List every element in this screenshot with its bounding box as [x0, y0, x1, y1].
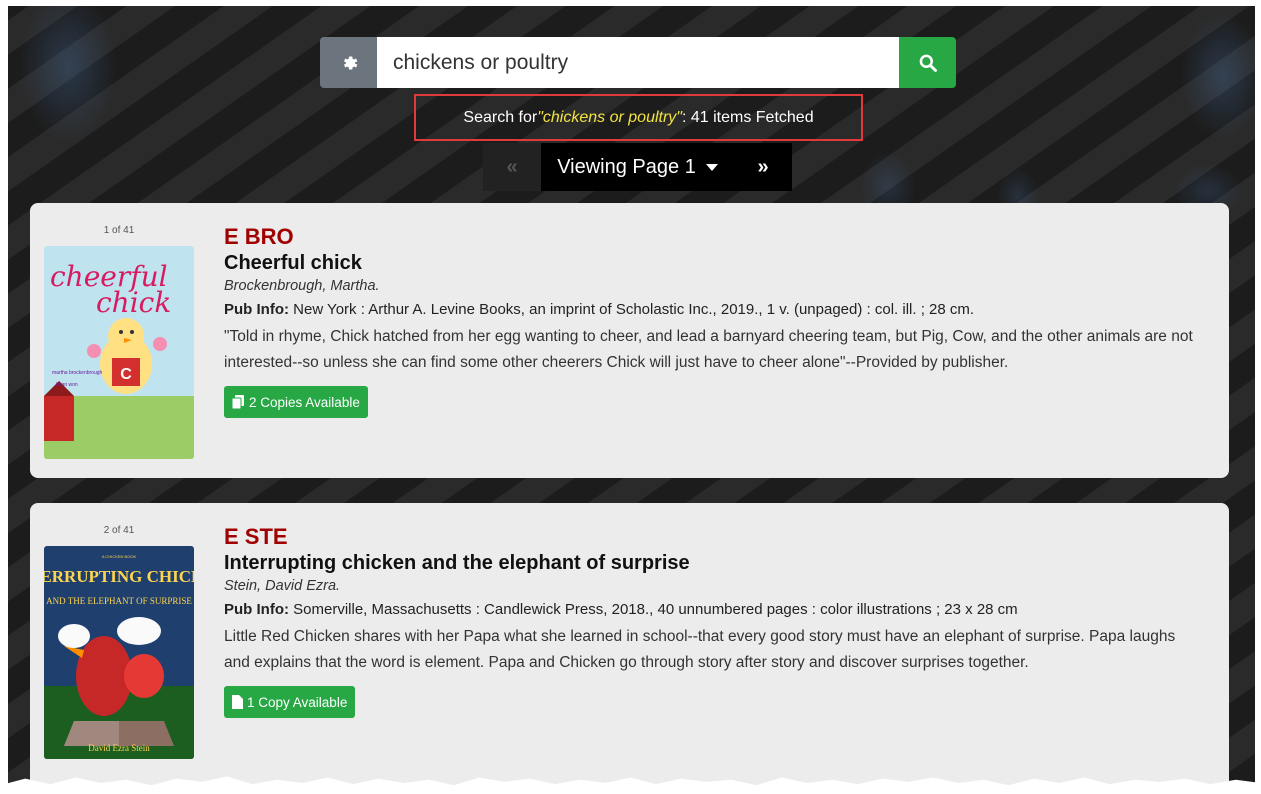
result-details: E STE Interrupting chicken and the eleph…: [224, 523, 1204, 718]
chevrons-right-icon: »: [757, 155, 769, 178]
svg-text:C: C: [120, 366, 132, 383]
book-cover[interactable]: A CHICKEN BOOK INTERRUPTING CHICKEN AND …: [44, 546, 194, 759]
pagination: « Viewing Page 1 »: [483, 143, 792, 191]
result-counter: 2 of 41: [103, 525, 135, 536]
book-author: Brockenbrough, Martha.: [224, 278, 380, 294]
gear-icon: [343, 55, 357, 70]
page-select-dropdown[interactable]: Viewing Page 1: [541, 143, 734, 191]
result-card: 2 of 41 A CHICKEN BOOK INTERRUPTING CHIC…: [30, 503, 1229, 793]
caret-down-icon: [705, 163, 718, 171]
next-page-button[interactable]: »: [734, 143, 792, 191]
settings-button[interactable]: [320, 37, 377, 88]
cover-art-interrupting-chicken: A CHICKEN BOOK INTERRUPTING CHICKEN AND …: [44, 546, 194, 759]
chevrons-left-icon: «: [506, 155, 518, 178]
cover-art-cheerful-chick: C cheerful chick martha brockenbrough br…: [44, 246, 194, 459]
book-description: Little Red Chicken shares with her Papa …: [224, 628, 1176, 671]
copies-label: 1 Copy Available: [247, 694, 348, 710]
copies-label: 2 Copies Available: [249, 394, 360, 410]
call-number: E BRO: [224, 224, 294, 249]
svg-text:David Ezra Stein: David Ezra Stein: [88, 743, 150, 753]
pub-info-label: Pub Info:: [224, 601, 289, 618]
book-description: "Told in rhyme, Chick hatched from her e…: [224, 328, 1193, 371]
file-icon: [232, 695, 243, 709]
result-card: 1 of 41 C cheerful chick martha brockenb…: [30, 203, 1229, 478]
search-input[interactable]: [377, 37, 899, 88]
pub-info-label: Pub Info:: [224, 301, 289, 318]
result-details: E BRO Cheerful chick Brockenbrough, Mart…: [224, 223, 1204, 418]
status-prefix: Search for: [463, 108, 538, 126]
copies-icon: [232, 395, 244, 409]
svg-text:INTERRUPTING CHICKEN: INTERRUPTING CHICKEN: [44, 567, 194, 586]
copies-available-button[interactable]: 1 Copy Available: [224, 686, 356, 718]
svg-text:brian won: brian won: [56, 382, 78, 388]
book-author: Stein, David Ezra.: [224, 578, 341, 594]
call-number: E STE: [224, 524, 288, 549]
search-button[interactable]: [899, 37, 956, 88]
search-icon: [919, 54, 937, 72]
status-suffix: : 41 items Fetched: [681, 108, 814, 126]
previous-page-button[interactable]: «: [483, 143, 541, 191]
pub-info: Pub Info: New York : Arthur A. Levine Bo…: [224, 297, 1204, 323]
book-title[interactable]: Interrupting chicken and the elephant of…: [224, 551, 1204, 575]
book-cover[interactable]: C cheerful chick martha brockenbrough br…: [44, 246, 194, 459]
search-status: Search for "chickens or poultry" : 41 it…: [414, 94, 863, 141]
pub-info-value: New York : Arthur A. Levine Books, an im…: [293, 301, 975, 318]
svg-text:chick: chick: [96, 286, 171, 319]
svg-text:A CHICKEN BOOK: A CHICKEN BOOK: [102, 554, 137, 559]
svg-text:martha brockenbrough: martha brockenbrough: [52, 370, 103, 376]
copies-available-button[interactable]: 2 Copies Available: [224, 386, 368, 418]
page-label: Viewing Page 1: [557, 155, 696, 178]
search-bar: [320, 37, 956, 88]
pub-info: Pub Info: Somerville, Massachusetts : Ca…: [224, 597, 1204, 623]
svg-text:AND THE ELEPHANT OF SURPRISE: AND THE ELEPHANT OF SURPRISE: [46, 596, 192, 606]
result-counter: 1 of 41: [103, 225, 135, 236]
status-query: "chickens or poultry": [537, 108, 682, 126]
book-title[interactable]: Cheerful chick: [224, 251, 1204, 275]
pub-info-value: Somerville, Massachusetts : Candlewick P…: [293, 601, 1018, 618]
